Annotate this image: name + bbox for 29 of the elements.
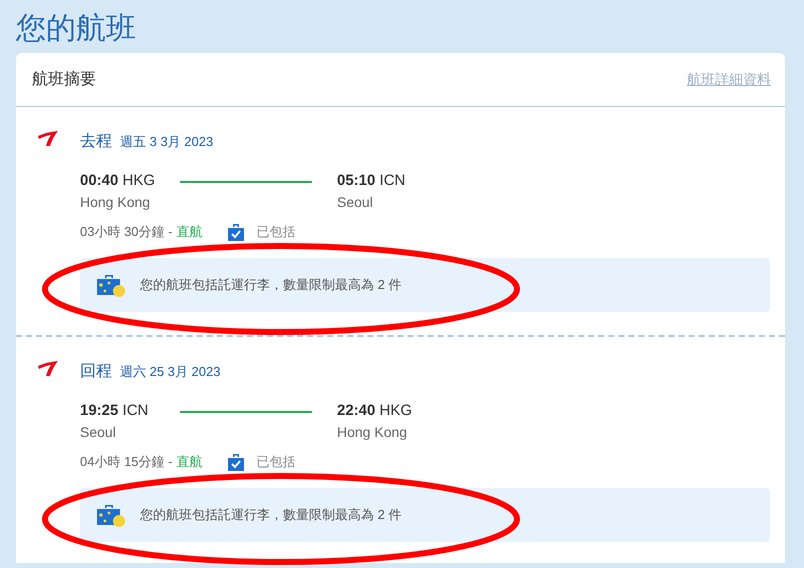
flight-duration: 04小時 15分鐘 - <box>80 453 172 471</box>
stops-label: 直航 <box>176 223 202 241</box>
leg-date: 週五 3 3月 2023 <box>120 133 214 151</box>
departure-city: Seoul <box>80 424 117 440</box>
leg-date: 週六 25 3月 2023 <box>120 363 220 381</box>
departure-city: Hong Kong <box>80 194 152 210</box>
airline-logo-icon <box>37 361 59 377</box>
notice-text: 您的航班包括託運行李，數量限制最高為 2 件 <box>140 506 402 524</box>
arrival-city: Seoul <box>337 194 374 210</box>
leg-label: 去程 <box>80 132 112 152</box>
leg-label: 回程 <box>80 362 112 382</box>
baggage-check-icon <box>226 452 246 472</box>
baggage-included-label: 已包括 <box>256 453 296 471</box>
details-link[interactable]: 航班詳細資料 <box>687 70 771 88</box>
page-title: 您的航班 <box>14 11 137 47</box>
suitcase-icon <box>96 503 126 527</box>
airline-logo-icon <box>37 131 59 147</box>
card-title: 航班摘要 <box>32 70 96 90</box>
arrival-city: Hong Kong <box>337 424 408 440</box>
arrival-time: 22:40 HKG <box>337 402 414 419</box>
baggage-included-label: 已包括 <box>256 223 296 241</box>
departure-time: 00:40 HKG <box>80 172 156 189</box>
baggage-check-icon <box>226 222 246 242</box>
stops-label: 直航 <box>176 453 202 471</box>
arrival-time: 05:10 ICN <box>337 172 406 189</box>
flight-duration: 03小時 30分鐘 - <box>80 223 172 241</box>
departure-time: 19:25 ICN <box>80 402 150 419</box>
notice-text: 您的航班包括託運行李，數量限制最高為 2 件 <box>140 276 402 294</box>
suitcase-icon <box>96 273 126 297</box>
